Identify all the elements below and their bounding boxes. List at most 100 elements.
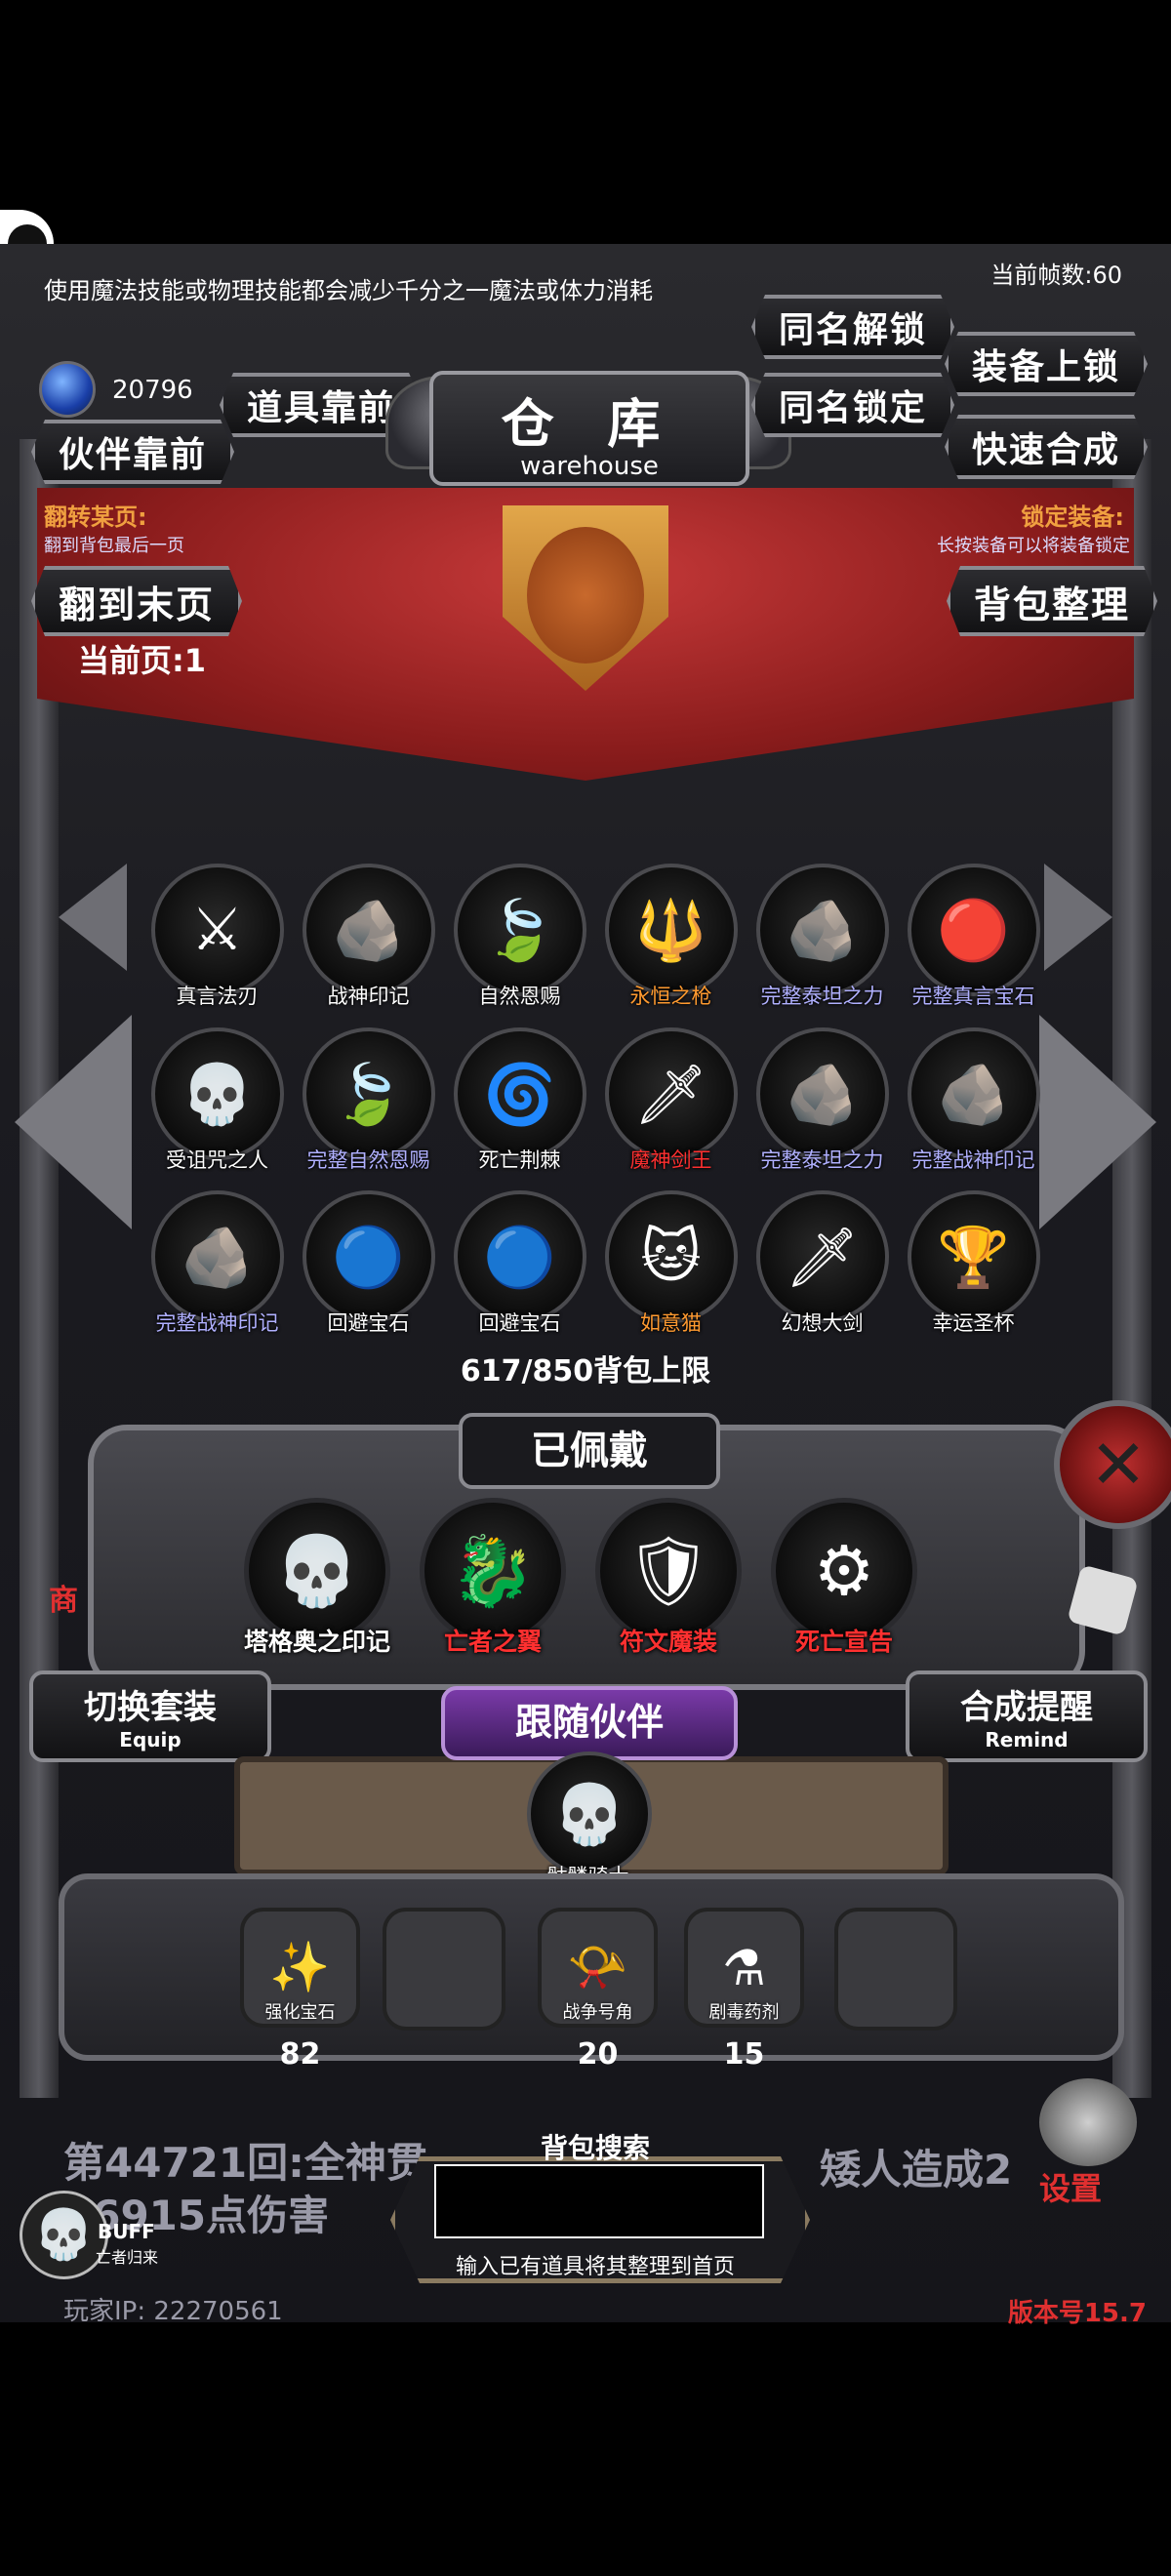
bag-capacity: 617/850背包上限 <box>460 1354 711 1389</box>
same-name-lock-button[interactable]: 同名锁定 <box>751 373 954 437</box>
empty-inventory-slot[interactable] <box>383 1908 505 2031</box>
lion-head-icon <box>527 527 644 664</box>
warehouse-item[interactable]: 🔵 回避宝石 <box>293 1190 444 1337</box>
worn-item[interactable]: 🐉 亡者之翼 <box>410 1498 576 1658</box>
companion-slot[interactable]: 💀 骷髅骑士 <box>527 1751 652 1890</box>
worn-item-name: 死亡宣告 <box>794 1628 893 1656</box>
settings-label[interactable]: 设置 <box>1039 2164 1102 2209</box>
inventory-item[interactable]: ⚗ 剧毒药剂 15 <box>683 1908 805 2072</box>
synth-remind-button[interactable]: 合成提醒 Remind <box>906 1670 1148 1762</box>
warehouse-title: 仓 库 warehouse <box>429 371 749 486</box>
warehouse-item[interactable]: 🔱 永恒之枪 <box>595 864 747 1010</box>
warehouse-item[interactable]: 🐱 如意猫 <box>595 1190 747 1337</box>
worn-item-name: 亡者之翼 <box>443 1628 542 1656</box>
empty-inventory-slot[interactable] <box>834 1908 957 2031</box>
warehouse-item-name: 回避宝石 <box>478 1311 561 1335</box>
warehouse-item[interactable]: ⚔ 真言法刃 <box>141 864 293 1010</box>
inventory-item-name: 强化宝石 <box>264 2002 336 2023</box>
quick-synth-button[interactable]: 快速合成 <box>945 415 1148 479</box>
warehouse-item[interactable]: 🔵 回避宝石 <box>444 1190 595 1337</box>
warehouse-item-name: 完整泰坦之力 <box>760 985 884 1008</box>
nature-gem-icon: 🍃 <box>302 1027 435 1160</box>
version-label: 版本号15.7 <box>1007 2299 1147 2328</box>
warehouse-item[interactable]: 🪨 完整战神印记 <box>141 1190 293 1337</box>
search-input[interactable] <box>434 2164 764 2238</box>
switch-set-sub: Equip <box>119 1728 182 1751</box>
fps-counter: 当前帧数:60 <box>990 262 1122 289</box>
flip-last-page-button[interactable]: 翻到末页 <box>31 566 242 636</box>
skeleton-knight-icon: 💀 <box>527 1751 652 1876</box>
warehouse-item-name: 死亡荆棘 <box>478 1148 561 1172</box>
bag-sort-button[interactable]: 背包整理 <box>947 566 1157 636</box>
top-tip: 使用魔法技能或物理技能都会减少千分之一魔法或体力消耗 <box>44 277 653 304</box>
warehouse-item[interactable]: 🪨 完整战神印记 <box>898 1027 1049 1174</box>
warehouse-item-name: 受诅咒之人 <box>166 1148 268 1172</box>
prev-page-arrow-icon[interactable] <box>59 864 127 971</box>
thorn-icon: 🌀 <box>453 1027 586 1160</box>
blue-orb-icon: 🔵 <box>453 1190 586 1323</box>
warehouse-item-name: 完整真言宝石 <box>911 985 1035 1008</box>
worn-item[interactable]: ⚙ 死亡宣告 <box>761 1498 927 1658</box>
same-name-unlock-button[interactable]: 同名解锁 <box>751 295 954 359</box>
grail-icon: 🏆 <box>907 1190 1040 1323</box>
warehouse-title-en: warehouse <box>520 452 659 481</box>
search-hint: 输入已有道具将其整理到首页 <box>455 2255 735 2279</box>
worn-item[interactable]: 💀 塔格奥之印记 <box>234 1498 400 1658</box>
equip-lock-button[interactable]: 装备上锁 <box>945 332 1148 396</box>
flip-page-desc: 翻到背包最后一页 <box>44 536 184 556</box>
warehouse-item[interactable]: 💀 受诅咒之人 <box>141 1027 293 1174</box>
warehouse-item-name: 战神印记 <box>327 985 410 1008</box>
warehouse-item-name: 真言法刃 <box>176 985 259 1008</box>
next-page-arrow-icon[interactable] <box>1044 864 1112 971</box>
warehouse-item[interactable]: 🔴 完整真言宝石 <box>898 864 1049 1010</box>
fantasy-sword-icon: 🗡 <box>755 1190 889 1323</box>
warehouse-item-name: 完整泰坦之力 <box>760 1148 884 1172</box>
warehouse-item[interactable]: 🏆 幸运圣杯 <box>898 1190 1049 1337</box>
warehouse-item-name: 幻想大剑 <box>781 1311 864 1335</box>
inventory-item[interactable]: 📯 战争号角 20 <box>537 1908 659 2072</box>
warehouse-item[interactable]: 🍃 完整自然恩赐 <box>293 1027 444 1174</box>
demon-sword-king-icon: 🗡 <box>604 1027 738 1160</box>
cursed-man-icon: 💀 <box>150 1027 284 1160</box>
worn-title: 已佩戴 <box>459 1413 720 1489</box>
titan-rune-icon: 🪨 <box>755 864 889 996</box>
prev-page-big-arrow-icon[interactable] <box>15 1015 132 1229</box>
spear-icon: 🔱 <box>604 864 738 996</box>
worn-item-name: 符文魔装 <box>619 1628 717 1656</box>
warehouse-item-name: 永恒之枪 <box>629 985 712 1008</box>
warehouse-item[interactable]: 🪨 完整泰坦之力 <box>747 1027 898 1174</box>
next-page-big-arrow-icon[interactable] <box>1039 1015 1156 1229</box>
search-label: 背包搜索 <box>540 2132 650 2164</box>
warehouse-item-name: 自然恩赐 <box>478 985 561 1008</box>
warehouse-item-name: 完整战神印记 <box>155 1311 279 1335</box>
war-rune-icon: 🪨 <box>907 1027 1040 1160</box>
battle-log-line1-end: 矮人造成2 <box>820 2146 1013 2194</box>
rune-stone-icon: 🪨 <box>302 864 435 996</box>
companion-title: 跟随伙伴 <box>441 1686 738 1760</box>
partner-front-button[interactable]: 伙伴靠前 <box>31 420 234 484</box>
shop-label[interactable]: 商 <box>49 1576 78 1619</box>
warehouse-item[interactable]: 🗡 魔神剑王 <box>595 1027 747 1174</box>
lock-equip-desc: 长按装备可以将装备锁定 <box>937 536 1130 556</box>
gear-icon[interactable] <box>1039 2078 1137 2166</box>
gem-count: 20796 <box>112 376 193 405</box>
close-button[interactable]: ✕ <box>1054 1400 1171 1529</box>
inventory-item-qty: 20 <box>577 2037 619 2072</box>
warehouse-item[interactable]: 🪨 完整泰坦之力 <box>747 864 898 1010</box>
inventory-item-qty: 82 <box>279 2037 321 2072</box>
worn-item[interactable]: 🛡 符文魔装 <box>586 1498 751 1658</box>
synth-remind-label: 合成提醒 <box>960 1688 1093 1727</box>
switch-set-button[interactable]: 切换套装 Equip <box>29 1670 271 1762</box>
warehouse-item[interactable]: 🪨 战神印记 <box>293 864 444 1010</box>
inventory-item[interactable]: ✨ 强化宝石 82 <box>239 1908 361 2072</box>
warehouse-item[interactable]: 🍃 自然恩赐 <box>444 864 595 1010</box>
flip-page-label: 翻转某页: <box>44 503 147 531</box>
warehouse-item[interactable]: 🗡 幻想大剑 <box>747 1190 898 1337</box>
warehouse-item-name: 回避宝石 <box>327 1311 410 1335</box>
leaf-gem-icon: 🍃 <box>453 864 586 996</box>
current-page: 当前页:1 <box>78 642 207 679</box>
inventory-item-name: 剧毒药剂 <box>708 2002 780 2023</box>
staff-icon: ⚔ <box>150 864 284 996</box>
warehouse-item[interactable]: 🌀 死亡荆棘 <box>444 1027 595 1174</box>
warehouse-item-name: 幸运圣杯 <box>932 1311 1015 1335</box>
